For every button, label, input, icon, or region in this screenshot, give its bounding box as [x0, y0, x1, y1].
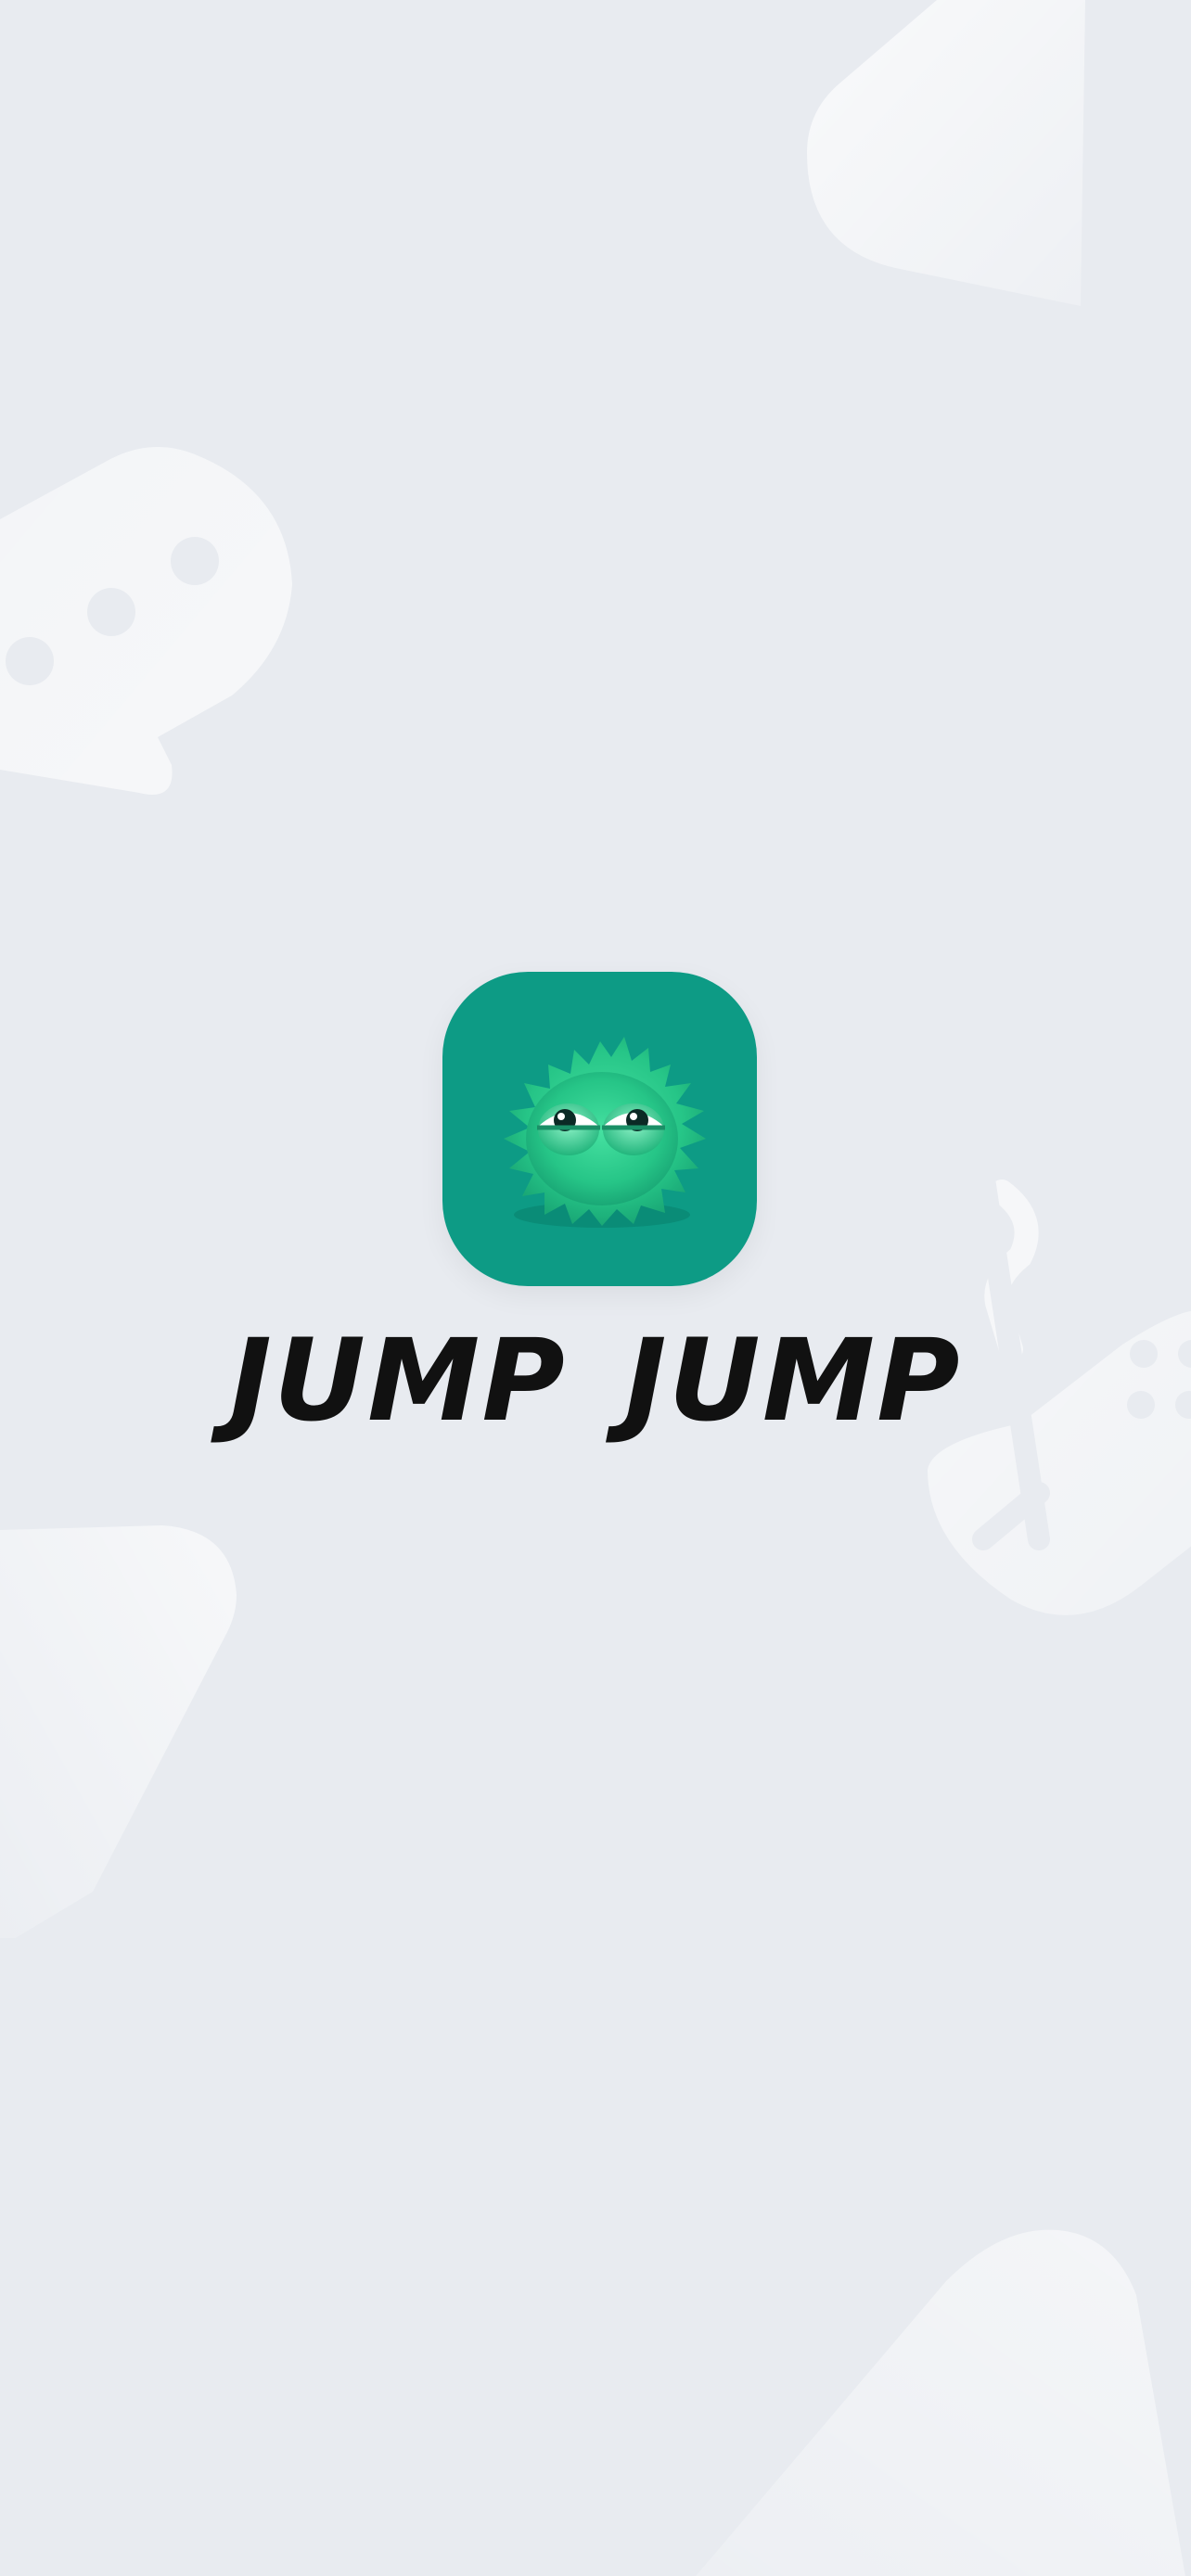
triangle-shape-icon	[696, 2229, 1185, 2576]
splash-screen: JUMP JUMP	[0, 0, 1191, 2576]
app-title: JUMP JUMP	[229, 1315, 962, 1447]
fluffy-green-monster-icon	[504, 1037, 706, 1228]
chat-bubble-icon	[807, 0, 1085, 306]
triangle-shape-icon	[0, 1525, 237, 1938]
app-logo	[442, 972, 757, 1286]
chat-bubble-dots-icon	[0, 447, 292, 795]
